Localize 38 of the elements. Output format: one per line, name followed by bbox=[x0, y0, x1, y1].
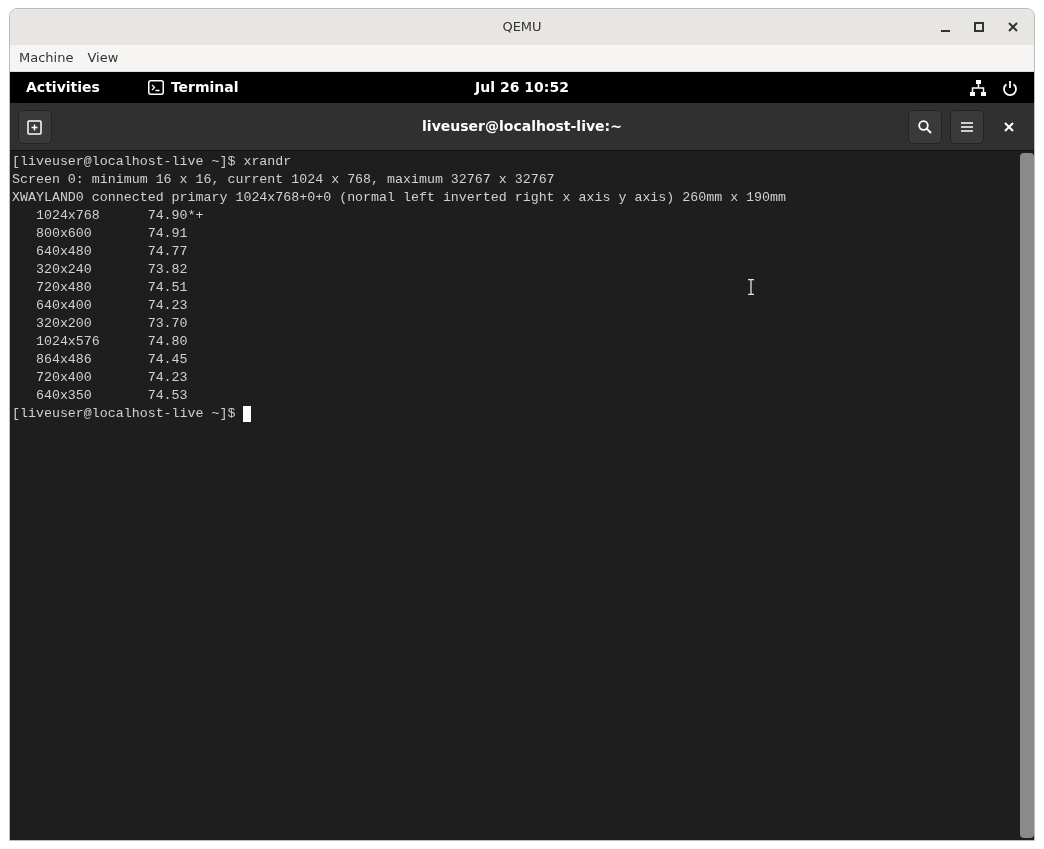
search-button[interactable] bbox=[908, 109, 942, 144]
terminal-line: 800x600 74.91 bbox=[34, 225, 188, 243]
app-menu[interactable]: Terminal bbox=[170, 77, 239, 98]
minimize-icon bbox=[940, 29, 950, 32]
terminal-line: 640x350 74.53 bbox=[34, 387, 188, 405]
terminal-line: 640x480 74.77 bbox=[34, 243, 188, 261]
terminal-line: 1024x576 74.80 bbox=[34, 333, 188, 351]
power-icon[interactable] bbox=[1002, 79, 1018, 96]
menu-icon bbox=[961, 120, 973, 133]
window-title: QEMU bbox=[502, 18, 542, 37]
terminal-line: 1024x768 74.90*+ bbox=[34, 207, 204, 225]
terminal-line: [liveuser@localhost-live ~]$ xrandr bbox=[12, 153, 292, 171]
network-icon[interactable] bbox=[970, 79, 986, 96]
maximize-icon bbox=[974, 22, 984, 32]
activities-button[interactable]: Activities bbox=[26, 77, 100, 98]
terminal-line: 720x480 74.51 bbox=[34, 279, 188, 297]
new-tab-button[interactable] bbox=[18, 109, 52, 144]
close-icon bbox=[1008, 22, 1018, 32]
search-icon bbox=[918, 119, 932, 134]
terminal-line: 320x240 73.82 bbox=[34, 261, 188, 279]
block-cursor bbox=[243, 406, 252, 422]
terminal-line: Screen 0: minimum 16 x 16, current 1024 x 768, maximum 32767 x 32767 bbox=[12, 171, 555, 189]
terminal-line: 864x486 74.45 bbox=[34, 351, 188, 369]
terminal-line: 720x400 74.23 bbox=[34, 369, 188, 387]
menu-item[interactable]: View bbox=[82, 48, 124, 68]
terminal-title: liveuser@localhost-live:~ bbox=[422, 118, 622, 134]
terminal-prompt: [liveuser@localhost-live ~]$ bbox=[12, 405, 237, 423]
menu-button[interactable] bbox=[950, 109, 984, 144]
close-icon bbox=[1004, 121, 1014, 132]
plus-icon bbox=[27, 118, 43, 135]
terminal-icon bbox=[147, 80, 164, 95]
text-cursor-icon bbox=[747, 279, 755, 295]
terminal-line: 640x400 74.23 bbox=[34, 297, 188, 315]
terminal-line: 320x200 73.70 bbox=[34, 315, 188, 333]
clock[interactable]: Jul 26 10:52 bbox=[475, 79, 569, 95]
terminal-line: XWAYLAND0 connected primary 1024x768+0+0 (normal left inverted right x axis y axis) 260mm x 190mm bbox=[12, 189, 786, 207]
scrollbar-thumb[interactable] bbox=[1020, 153, 1034, 838]
menu-item[interactable]: Machine bbox=[14, 48, 79, 68]
